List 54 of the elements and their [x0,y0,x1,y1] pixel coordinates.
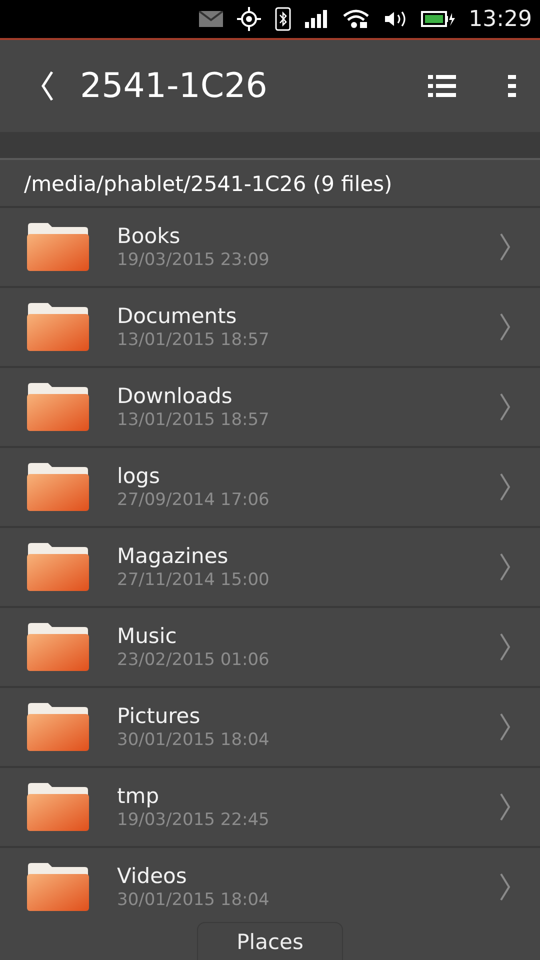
folder-icon [26,702,90,752]
folder-name: Documents [117,304,238,328]
chevron-icon [500,873,510,901]
folder-row[interactable]: Documents 13/01/2015 18:57 [0,288,540,368]
modified-date: 19/03/2015 23:09 [117,250,270,270]
chevron-icon [500,793,510,821]
folder-row[interactable]: Books 19/03/2015 23:09 [0,208,540,288]
folder-icon [26,862,90,912]
signal-icon [304,10,329,28]
folder-icon [26,302,90,352]
folder-name: Books [117,224,182,248]
folder-row[interactable]: Downloads 13/01/2015 18:57 [0,368,540,448]
folder-icon [26,222,90,272]
folder-name: Videos [117,864,188,888]
chevron-icon [500,473,510,501]
folder-row[interactable]: Magazines 27/11/2014 15:00 [0,528,540,608]
folder-name: tmp [117,784,160,808]
folder-row[interactable]: tmp 19/03/2015 22:45 [0,768,540,848]
folder-name: Downloads [117,384,234,408]
chevron-icon [500,633,510,661]
modified-date: 19/03/2015 22:45 [117,810,270,830]
volume-icon [382,10,407,28]
modified-date: 30/01/2015 18:04 [117,890,270,910]
page-title: 2541-1C26 [80,66,268,106]
modified-date: 27/11/2014 15:00 [117,570,270,590]
chevron-icon [500,233,510,261]
bluetooth-icon [274,7,291,31]
modified-date: 23/02/2015 01:06 [117,650,270,670]
folder-name: Pictures [117,704,202,728]
modified-date: 30/01/2015 18:04 [117,730,270,750]
folder-icon [26,622,90,672]
battery-icon [420,10,455,28]
folder-name: Music [117,624,178,648]
folder-row[interactable]: logs 27/09/2014 17:06 [0,448,540,528]
location-icon [236,7,261,31]
modified-date: 13/01/2015 18:57 [117,330,270,350]
chevron-icon [500,313,510,341]
folder-name: logs [117,464,161,488]
wifi-icon [342,9,369,29]
chevron-icon [500,393,510,421]
chevron-icon [500,553,510,581]
folder-row[interactable]: Music 23/02/2015 01:06 [0,608,540,688]
modified-date: 27/09/2014 17:06 [117,490,270,510]
places-tab[interactable]: Places [197,922,343,960]
clock-time: 13:29 [468,6,532,32]
folder-row[interactable]: Pictures 30/01/2015 18:04 [0,688,540,768]
folder-icon [26,382,90,432]
modified-date: 13/01/2015 18:57 [117,410,270,430]
mail-icon [198,11,223,27]
folder-icon [26,462,90,512]
folder-icon [26,782,90,832]
folder-icon [26,542,90,592]
folder-name: Magazines [117,544,230,568]
chevron-icon [500,713,510,741]
